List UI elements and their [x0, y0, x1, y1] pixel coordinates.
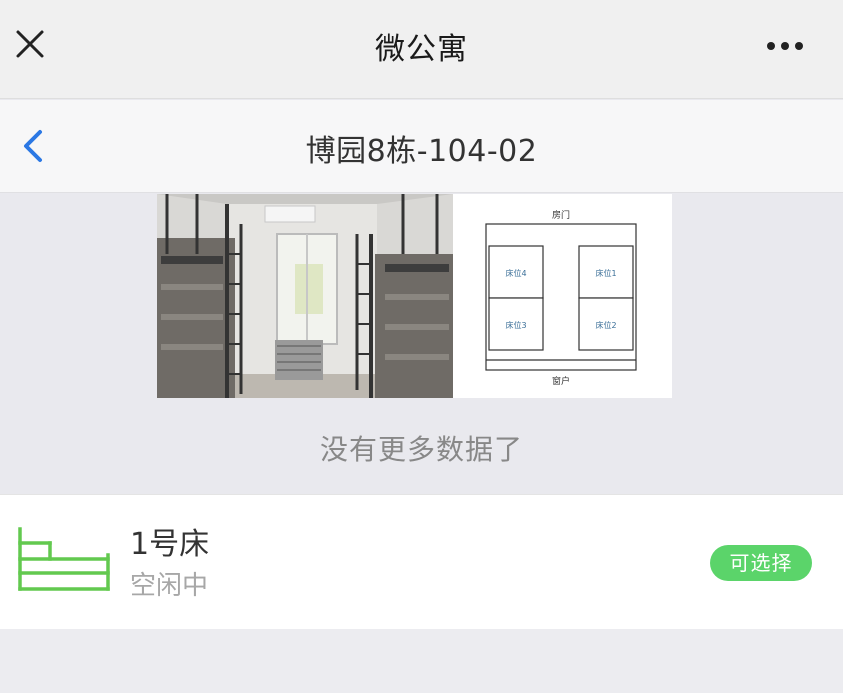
list-end-text: 没有更多数据了 [319, 433, 523, 466]
app-title: 微公寓 [375, 32, 468, 67]
floorplan-bed-label: 床位1 [595, 268, 616, 278]
list-item-bed[interactable]: 1号床 空闲中 可选择 [0, 494, 843, 630]
dorm-room-photo [157, 194, 453, 398]
floorplan-bed-label: 床位3 [505, 320, 526, 330]
page-header: 博园8栋-104-02 [0, 100, 843, 193]
page-title: 博园8栋-104-02 [305, 134, 538, 169]
app-screen: 微公寓 博园8栋-104-02 房门 窗户 床位4 床位1 床位3 床位2 没有… [0, 0, 843, 693]
floorplan-window-label: 窗户 [552, 375, 570, 387]
wechat-title-bar: 微公寓 [0, 0, 843, 99]
bottom-empty-area [0, 629, 843, 693]
bed-status: 空闲中 [130, 571, 209, 601]
floorplan-bed-label: 床位2 [595, 320, 616, 330]
room-images: 房门 窗户 床位4 床位1 床位3 床位2 [157, 194, 672, 398]
more-dots-icon[interactable] [763, 28, 807, 64]
floor-plan: 房门 窗户 床位4 床位1 床位3 床位2 [453, 194, 672, 398]
select-bed-button[interactable]: 可选择 [710, 545, 812, 581]
floorplan-door-label: 房门 [552, 209, 570, 221]
floorplan-bed-label: 床位4 [505, 268, 526, 278]
bed-name: 1号床 [130, 527, 210, 562]
bed-icon [16, 525, 112, 593]
